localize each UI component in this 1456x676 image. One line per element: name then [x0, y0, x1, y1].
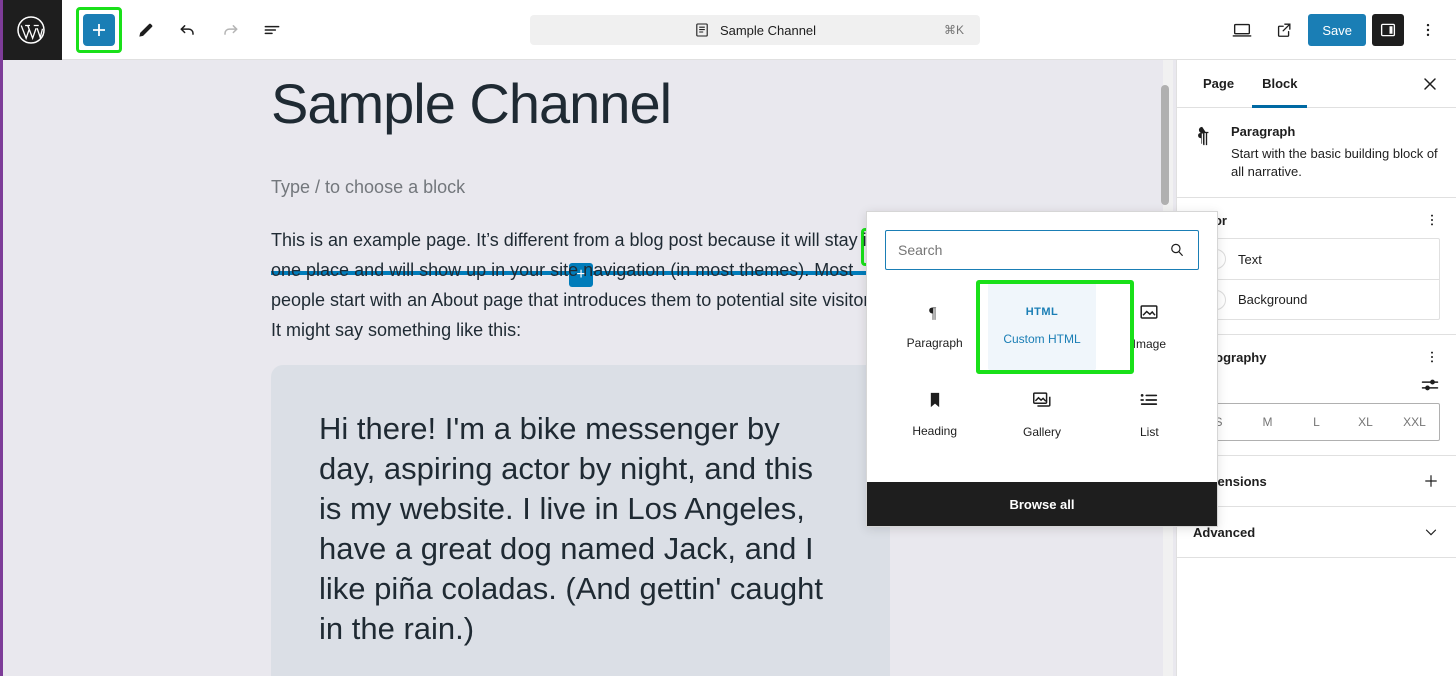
typography-panel-options-icon[interactable] [1424, 349, 1440, 365]
tab-page[interactable]: Page [1193, 60, 1244, 108]
color-row-text[interactable]: Text [1194, 239, 1439, 279]
add-block-highlight [76, 6, 122, 53]
inserter-item-heading-label: Heading [912, 424, 958, 438]
inserter-item-paragraph-label: Paragraph [906, 336, 963, 350]
font-size-xl[interactable]: XL [1341, 404, 1390, 440]
page-icon [694, 22, 710, 38]
color-row-text-label: Text [1238, 251, 1262, 267]
edit-tool-icon[interactable] [128, 12, 164, 48]
color-options-list: Text Background [1193, 238, 1440, 320]
dimensions-panel[interactable]: Dimensions [1177, 456, 1456, 507]
quote-block[interactable]: Hi there! I'm a bike messenger by day, a… [271, 365, 890, 676]
block-inserter-popover: ¶ Paragraph HTML Custom HTML Image Headi… [866, 211, 1218, 527]
color-row-background-label: Background [1238, 292, 1308, 307]
editor-top-bar: Sample Channel ⌘K Save [0, 0, 1456, 60]
inserter-item-list[interactable]: List [1096, 370, 1203, 458]
search-field[interactable] [885, 230, 1199, 270]
block-card-description: Start with the basic building block of a… [1231, 146, 1438, 179]
block-card-title: Paragraph [1231, 124, 1296, 139]
top-bar-left-tools [62, 6, 290, 53]
inserter-item-list-label: List [1139, 425, 1159, 439]
inserter-item-custom-html[interactable]: HTML Custom HTML [988, 282, 1096, 370]
close-icon[interactable] [1418, 72, 1442, 96]
color-panel-options-icon[interactable] [1424, 212, 1440, 228]
three-dots-vertical-icon[interactable] [1410, 12, 1446, 48]
color-row-background[interactable]: Background [1194, 279, 1439, 319]
add-block-button[interactable] [83, 13, 115, 46]
chevron-down-icon[interactable] [1422, 523, 1440, 541]
inserter-item-paragraph[interactable]: ¶ Paragraph [881, 282, 988, 370]
paragraph-icon: ¶ [1193, 124, 1217, 181]
inserter-item-image[interactable]: Image [1096, 282, 1203, 370]
inserter-item-heading[interactable]: Heading [881, 370, 988, 458]
canvas-scrollbar-thumb[interactable] [1161, 85, 1169, 205]
save-button[interactable]: Save [1308, 14, 1366, 46]
quote-text: Hi there! I'm a bike messenger by day, a… [319, 411, 823, 646]
left-accent-strip [0, 0, 3, 60]
settings-tabs: Page Block [1177, 60, 1456, 108]
canvas-accent-strip [0, 60, 3, 676]
typography-tools [1193, 375, 1440, 395]
sliders-icon[interactable] [1420, 375, 1440, 395]
command-bar-title: Sample Channel [719, 22, 817, 38]
html-icon: HTML [1025, 306, 1059, 318]
external-link-icon[interactable] [1266, 12, 1302, 48]
document-overview-icon[interactable] [254, 12, 290, 48]
inserter-search-wrap [867, 212, 1217, 276]
advanced-panel[interactable]: Advanced [1177, 507, 1456, 558]
wordpress-block-editor: Sample Channel ⌘K Save Sample Channel Ty… [0, 0, 1456, 676]
empty-paragraph-placeholder[interactable]: Type / to choose a block [271, 177, 871, 198]
wordpress-logo-icon[interactable] [0, 0, 62, 60]
typography-panel: Typography S M L XL XXL [1177, 335, 1456, 456]
color-panel: Color Text Background [1177, 198, 1456, 335]
svg-text:¶: ¶ [1198, 130, 1205, 146]
tab-block[interactable]: Block [1252, 60, 1308, 108]
page-title[interactable]: Sample Channel [271, 72, 672, 136]
search-icon[interactable] [1168, 241, 1186, 259]
top-bar-right-tools: Save [1224, 0, 1446, 60]
inserter-item-gallery[interactable]: Gallery [988, 370, 1095, 458]
plus-icon[interactable] [1422, 472, 1440, 490]
inserter-item-gallery-label: Gallery [1022, 425, 1061, 439]
settings-sidebar: Page Block ¶ Paragraph Start with the ba… [1176, 60, 1456, 676]
desktop-view-icon[interactable] [1224, 12, 1260, 48]
block-info-card: ¶ Paragraph Start with the basic buildin… [1177, 108, 1456, 198]
body-paragraph[interactable]: This is an example page. It’s different … [271, 225, 891, 345]
search-input[interactable] [898, 242, 1168, 258]
font-size-xxl[interactable]: XXL [1390, 404, 1439, 440]
font-size-m[interactable]: M [1243, 404, 1292, 440]
command-bar[interactable]: Sample Channel ⌘K [530, 15, 980, 45]
command-bar-shortcut: ⌘K [943, 23, 964, 37]
inserter-block-grid: ¶ Paragraph HTML Custom HTML Image Headi… [867, 276, 1217, 458]
svg-text:¶: ¶ [929, 305, 936, 322]
browse-all-button[interactable]: Browse all [867, 482, 1217, 526]
settings-panel-icon[interactable] [1372, 14, 1404, 46]
font-size-l[interactable]: L [1292, 404, 1341, 440]
typography-panel-header: Typography [1193, 349, 1440, 365]
redo-icon[interactable] [212, 12, 248, 48]
inserter-item-image-label: Image [1132, 337, 1166, 351]
color-panel-header: Color [1193, 212, 1440, 228]
undo-icon[interactable] [170, 12, 206, 48]
inserter-item-custom-html-label: Custom HTML [1003, 332, 1081, 346]
font-size-selector[interactable]: S M L XL XXL [1193, 403, 1440, 441]
